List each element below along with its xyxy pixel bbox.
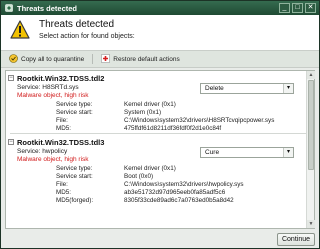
action-select-value: Cure <box>205 149 220 156</box>
detail-label: MD5: <box>56 189 72 196</box>
restore-default-actions-button[interactable]: Restore default actions <box>99 53 181 66</box>
threat-item: − Rootkit.Win32.TDSS.tdl3 Cure ▾ Service… <box>6 138 306 208</box>
threat-risk: Malware object, high risk <box>17 92 89 99</box>
threat-item: − Rootkit.Win32.TDSS.tdl2 Delete ▾ Servi… <box>6 74 306 134</box>
maximize-button[interactable]: □ <box>292 3 303 13</box>
threat-service: Service: hwpolicy <box>17 148 68 155</box>
detail-label: File: <box>56 117 68 124</box>
scroll-down-icon[interactable]: ▼ <box>307 220 315 228</box>
window-controls: _ □ ✕ <box>279 3 316 13</box>
title-bar[interactable]: Threats detected _ □ ✕ <box>1 1 319 15</box>
detail-value: ab3e51732d97d965eeb0fa85adf5c6 <box>124 189 226 196</box>
detail-label: Service start: <box>56 173 93 180</box>
detail-label: MD5(forged): <box>56 197 94 204</box>
header-title: Threats detected <box>39 19 115 30</box>
detail-label: File: <box>56 181 68 188</box>
restore-icon <box>101 53 111 65</box>
threats-list[interactable]: − Rootkit.Win32.TDSS.tdl2 Delete ▾ Servi… <box>5 70 315 229</box>
detail-value: Kernel driver (0x1) <box>124 101 176 108</box>
copy-all-label: Copy all to quarantine <box>21 55 85 63</box>
detail-value: Boot (0x0) <box>124 173 154 180</box>
dialog-header: Threats detected Select action for found… <box>1 15 319 51</box>
chevron-down-icon: ▾ <box>283 84 293 93</box>
detail-value: C:\Windows\system32\drivers\H8SRTcvqipcp… <box>124 117 275 124</box>
header-subtitle: Select action for found objects: <box>39 33 135 40</box>
detail-label: MD5: <box>56 125 72 132</box>
action-toolbar: Copy all to quarantine Restore default a… <box>1 51 319 68</box>
chevron-down-icon: ▾ <box>283 148 293 157</box>
quarantine-icon <box>9 53 18 65</box>
detail-value: 8305f33cde89ad6c7a0763ed0b5a8d42 <box>124 197 234 204</box>
detail-value: Kernel driver (0x1) <box>124 165 176 172</box>
list-scrollbar[interactable]: ▲ ▼ <box>306 71 315 228</box>
threat-risk: Malware object, high risk <box>17 156 89 163</box>
detail-value: C:\Windows\system32\drivers\hwpolicy.sys <box>124 181 244 188</box>
threat-divider <box>10 133 310 134</box>
threat-name: Rootkit.Win32.TDSS.tdl2 <box>17 74 105 83</box>
copy-all-to-quarantine-button[interactable]: Copy all to quarantine <box>7 53 86 66</box>
detail-value: System (0x1) <box>124 109 162 116</box>
scroll-thumb[interactable] <box>308 80 314 170</box>
warning-icon <box>10 20 30 39</box>
threats-dialog: Threats detected _ □ ✕ Threats detected … <box>0 0 320 249</box>
threat-service: Service: H8SRTd.sys <box>17 84 79 91</box>
detail-value: 475ffdf61d8211df36fdf0f2d1e0c84f <box>124 125 222 132</box>
action-select[interactable]: Delete ▾ <box>200 83 294 94</box>
action-select[interactable]: Cure ▾ <box>200 147 294 158</box>
collapse-toggle[interactable]: − <box>8 139 14 145</box>
restore-default-label: Restore default actions <box>113 55 180 63</box>
minimize-button[interactable]: _ <box>279 3 290 13</box>
detail-label: Service start: <box>56 109 93 116</box>
collapse-toggle[interactable]: − <box>8 75 14 81</box>
detail-label: Service type: <box>56 165 93 172</box>
action-select-value: Delete <box>205 85 224 92</box>
continue-button[interactable]: Continue <box>277 233 315 246</box>
toolbar-separator <box>92 54 94 64</box>
scroll-up-icon[interactable]: ▲ <box>307 71 315 79</box>
detail-label: Service type: <box>56 101 93 108</box>
close-button[interactable]: ✕ <box>305 3 316 13</box>
app-icon <box>5 4 13 12</box>
window-title: Threats detected <box>17 3 78 13</box>
threat-name: Rootkit.Win32.TDSS.tdl3 <box>17 138 105 147</box>
